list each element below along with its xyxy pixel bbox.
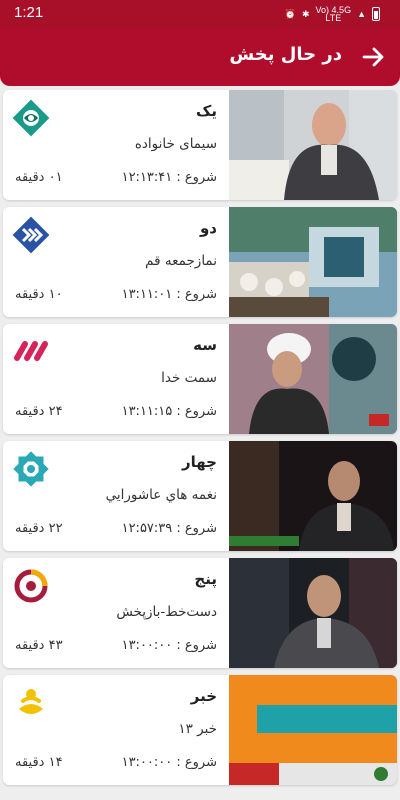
status-time: 1:21 [14,4,44,21]
status-bar: 1:21 ⏰ ✱ Vo) 4.5G LTE ▲ [0,0,400,28]
channel-thumbnail [229,675,397,785]
start-time: شروع : ۱۲:۱۳:۴۱ [121,170,217,185]
channel-thumbnail [229,558,397,668]
channel-5-logo-icon [14,569,48,603]
program-title: سیمای خانواده [134,136,217,152]
duration: ۰۱ دقیقه [15,170,63,185]
channel-4-logo-icon [13,451,49,487]
duration: ۱۴ دقیقه [15,755,63,770]
channel-name: خبر [190,687,217,705]
khabar-logo-icon [19,689,43,714]
channel-card[interactable]: پنج دست‌خط-بازپخش شروع : ۱۳:۰۰:۰۰ ۴۳ دقی… [3,558,397,668]
channel-card[interactable]: سه سمت خدا شروع : ۱۳:۱۱:۱۵ ۲۴ دقیقه [3,324,397,434]
channel-2-logo-icon [12,216,50,254]
app-bar: در حال پخش [0,28,400,86]
start-time: شروع : ۱۲:۵۷:۳۹ [121,521,217,536]
channel-thumbnail [229,90,397,200]
program-title: نمازجمعه قم [145,253,217,269]
channel-card[interactable]: یک سیمای خانواده شروع : ۱۲:۱۳:۴۱ ۰۱ دقیق… [3,90,397,200]
start-time: شروع : ۱۳:۱۱:۱۵ [121,404,217,419]
channel-name: سه [193,336,217,354]
channel-3-logo-icon [14,341,48,361]
channel-1-logo-icon [12,99,50,137]
channel-thumbnail [229,207,397,317]
channel-info: یک سیمای خانواده شروع : ۱۲:۱۳:۴۱ ۰۱ دقیق… [3,90,229,200]
channel-info: چهار نغمه هاي عاشورايي شروع : ۱۲:۵۷:۳۹ ۲… [3,441,229,551]
channel-info: خبر خبر ۱۳ شروع : ۱۳:۰۰:۰۰ ۱۴ دقیقه [3,675,229,785]
signal-icon: ▲ [357,9,366,19]
back-arrow-icon[interactable] [358,42,388,72]
channel-thumbnail [229,324,397,434]
channel-name: دو [199,219,217,237]
channel-card[interactable]: دو نمازجمعه قم شروع : ۱۳:۱۱:۰۱ ۱۰ دقیقه [3,207,397,317]
channel-info: پنج دست‌خط-بازپخش شروع : ۱۳:۰۰:۰۰ ۴۳ دقی… [3,558,229,668]
channel-info: سه سمت خدا شروع : ۱۳:۱۱:۱۵ ۲۴ دقیقه [3,324,229,434]
duration: ۲۴ دقیقه [15,404,63,419]
program-title: خبر ۱۳ [178,721,217,737]
alarm-icon: ⏰ [284,9,296,19]
channel-info: دو نمازجمعه قم شروع : ۱۳:۱۱:۰۱ ۱۰ دقیقه [3,207,229,317]
duration: ۴۳ دقیقه [15,638,63,653]
channel-name: چهار [182,453,217,471]
program-title: نغمه هاي عاشورايي [105,487,217,503]
start-time: شروع : ۱۳:۱۱:۰۱ [121,287,217,302]
channel-thumbnail [229,441,397,551]
channel-name: یک [196,102,217,120]
channel-name: پنج [194,570,217,588]
channel-card[interactable]: چهار نغمه هاي عاشورايي شروع : ۱۲:۵۷:۳۹ ۲… [3,441,397,551]
program-title: سمت خدا [161,370,217,386]
bluetooth-icon: ✱ [302,9,310,19]
start-time: شروع : ۱۳:۰۰:۰۰ [121,638,217,653]
battery-icon [372,7,380,21]
network-indicator: Vo) 4.5G LTE [315,5,352,23]
duration: ۲۲ دقیقه [15,521,63,536]
channel-card[interactable]: خبر خبر ۱۳ شروع : ۱۳:۰۰:۰۰ ۱۴ دقیقه [3,675,397,785]
page-title: در حال پخش [229,44,342,65]
program-title: دست‌خط-بازپخش [116,604,217,620]
duration: ۱۰ دقیقه [15,287,63,302]
start-time: شروع : ۱۳:۰۰:۰۰ [121,755,217,770]
status-icons: ⏰ ✱ Vo) 4.5G LTE ▲ [284,5,380,23]
